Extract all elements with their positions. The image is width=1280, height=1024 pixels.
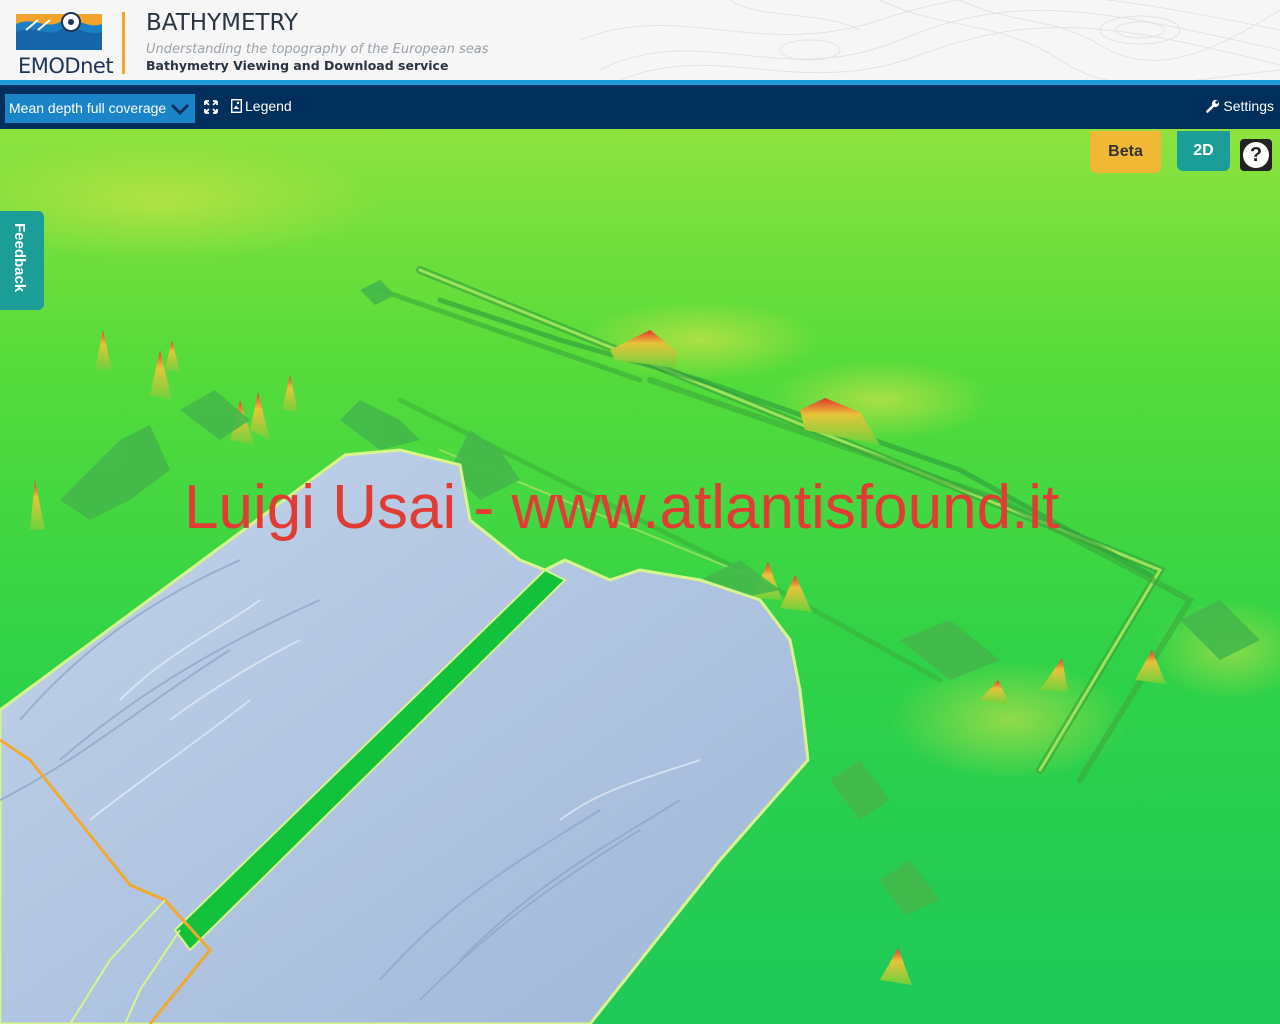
bathymetry-3d-scene[interactable]	[0, 129, 1280, 1024]
header-divider	[122, 12, 125, 74]
layer-select-value: Mean depth full coverage	[9, 100, 167, 116]
settings-button[interactable]: Settings	[1206, 98, 1274, 114]
header-contour-pattern	[580, 0, 1280, 80]
watermark-text: Luigi Usai - www.atlantisfound.it	[184, 473, 1060, 542]
fullscreen-icon[interactable]	[203, 99, 219, 115]
legend-label: Legend	[245, 98, 292, 114]
wrench-icon	[1206, 99, 1220, 113]
page-title: BATHYMETRY	[146, 10, 299, 36]
layer-select[interactable]: Mean depth full coverage	[5, 94, 195, 123]
feedback-label: Feedback	[11, 223, 28, 293]
logo-text: EMODnet	[18, 54, 114, 78]
map-viewport[interactable]: Luigi Usai - www.atlantisfound.it	[0, 129, 1280, 1024]
terrain-highlight	[580, 300, 820, 380]
emodnet-logo-icon	[16, 12, 102, 50]
service-name: Bathymetry Viewing and Download service	[146, 58, 449, 73]
page-subtitle: Understanding the topography of the Euro…	[146, 42, 489, 57]
help-icon: ?	[1243, 142, 1269, 168]
view-mode-2d-button[interactable]: 2D	[1177, 131, 1230, 171]
chevron-down-icon	[170, 103, 190, 116]
legend-button[interactable]: Legend	[230, 98, 292, 114]
help-button[interactable]: ?	[1240, 139, 1272, 171]
header: EMODnet BATHYMETRY Understanding the top…	[0, 0, 1280, 80]
emodnet-logo[interactable]: EMODnet	[16, 10, 114, 78]
feedback-tab[interactable]: Feedback	[0, 211, 44, 310]
toolbar: Mean depth full coverage Legend Settings	[0, 85, 1280, 129]
settings-label: Settings	[1223, 98, 1274, 114]
beta-button[interactable]: Beta	[1090, 131, 1161, 173]
legend-icon	[230, 98, 243, 114]
